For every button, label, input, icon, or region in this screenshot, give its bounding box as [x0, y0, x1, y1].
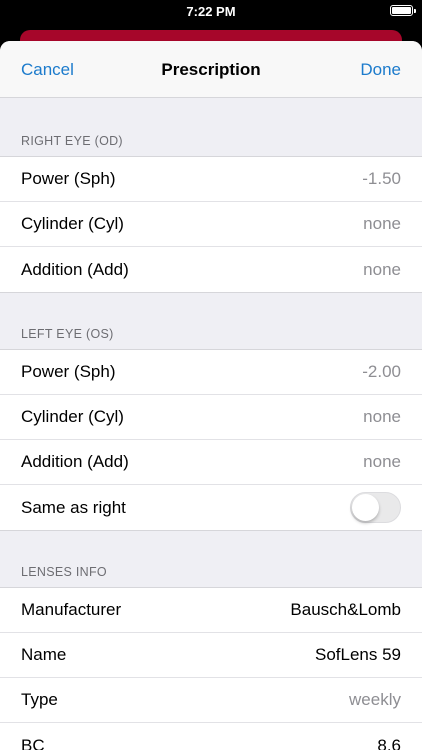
row-value: -1.50 — [362, 169, 401, 188]
row-value: SofLens 59 — [314, 645, 401, 664]
row-label: Type — [21, 690, 58, 709]
row-value: none — [363, 407, 401, 426]
row-label: Power (Sph) — [21, 362, 116, 381]
name-row[interactable]: Name SofLens 59 — [0, 633, 422, 678]
done-button[interactable]: Done — [360, 60, 401, 80]
section-header-lenses: LENSES INFO — [21, 565, 107, 579]
right-power-row[interactable]: Power (Sph) -1.50 — [0, 157, 422, 202]
left-addition-row[interactable]: Addition (Add) none — [0, 440, 422, 485]
nav-bar: Cancel Prescription Done — [0, 41, 422, 98]
left-eye-group: Power (Sph) -2.00 Cylinder (Cyl) none Ad… — [0, 349, 422, 531]
type-row[interactable]: Type weekly — [0, 678, 422, 723]
section-header-right-eye: RIGHT EYE (OD) — [21, 134, 123, 148]
status-bar: 7:22 PM — [0, 0, 422, 22]
same-as-right-toggle[interactable] — [350, 492, 401, 523]
prescription-sheet: Cancel Prescription Done RIGHT EYE (OD) … — [0, 41, 422, 750]
same-as-right-row: Same as right — [0, 485, 422, 530]
row-value: none — [363, 214, 401, 233]
status-time: 7:22 PM — [186, 4, 236, 19]
row-label: Power (Sph) — [21, 169, 116, 188]
bc-row[interactable]: BC 8.6 — [0, 723, 422, 750]
row-label: Cylinder (Cyl) — [21, 214, 124, 233]
left-cylinder-row[interactable]: Cylinder (Cyl) none — [0, 395, 422, 440]
row-value: weekly — [349, 690, 401, 709]
battery-icon — [390, 5, 416, 16]
row-value: Bausch&Lomb — [290, 600, 401, 619]
lenses-group: Manufacturer Bausch&Lomb Name SofLens 59… — [0, 587, 422, 750]
row-label: Addition (Add) — [21, 452, 129, 471]
row-label: Manufacturer — [21, 600, 122, 619]
right-eye-group: Power (Sph) -1.50 Cylinder (Cyl) none Ad… — [0, 156, 422, 293]
row-label: Cylinder (Cyl) — [21, 407, 124, 426]
row-label: BC — [21, 735, 45, 750]
row-value: -2.00 — [362, 362, 401, 381]
manufacturer-row[interactable]: Manufacturer Bausch&Lomb — [0, 588, 422, 633]
toggle-knob — [352, 494, 379, 521]
row-label: Same as right — [21, 497, 126, 517]
row-label: Name — [21, 645, 67, 664]
battery-fill — [392, 7, 411, 14]
battery-cap — [414, 9, 416, 13]
section-header-left-eye: LEFT EYE (OS) — [21, 327, 114, 341]
row-value: none — [363, 259, 401, 279]
right-addition-row[interactable]: Addition (Add) none — [0, 247, 422, 292]
left-power-row[interactable]: Power (Sph) -2.00 — [0, 350, 422, 395]
page-title: Prescription — [161, 60, 261, 79]
row-value: 8.6 — [377, 735, 401, 750]
row-label: Addition (Add) — [21, 259, 129, 279]
right-cylinder-row[interactable]: Cylinder (Cyl) none — [0, 202, 422, 247]
row-value: none — [363, 452, 401, 471]
